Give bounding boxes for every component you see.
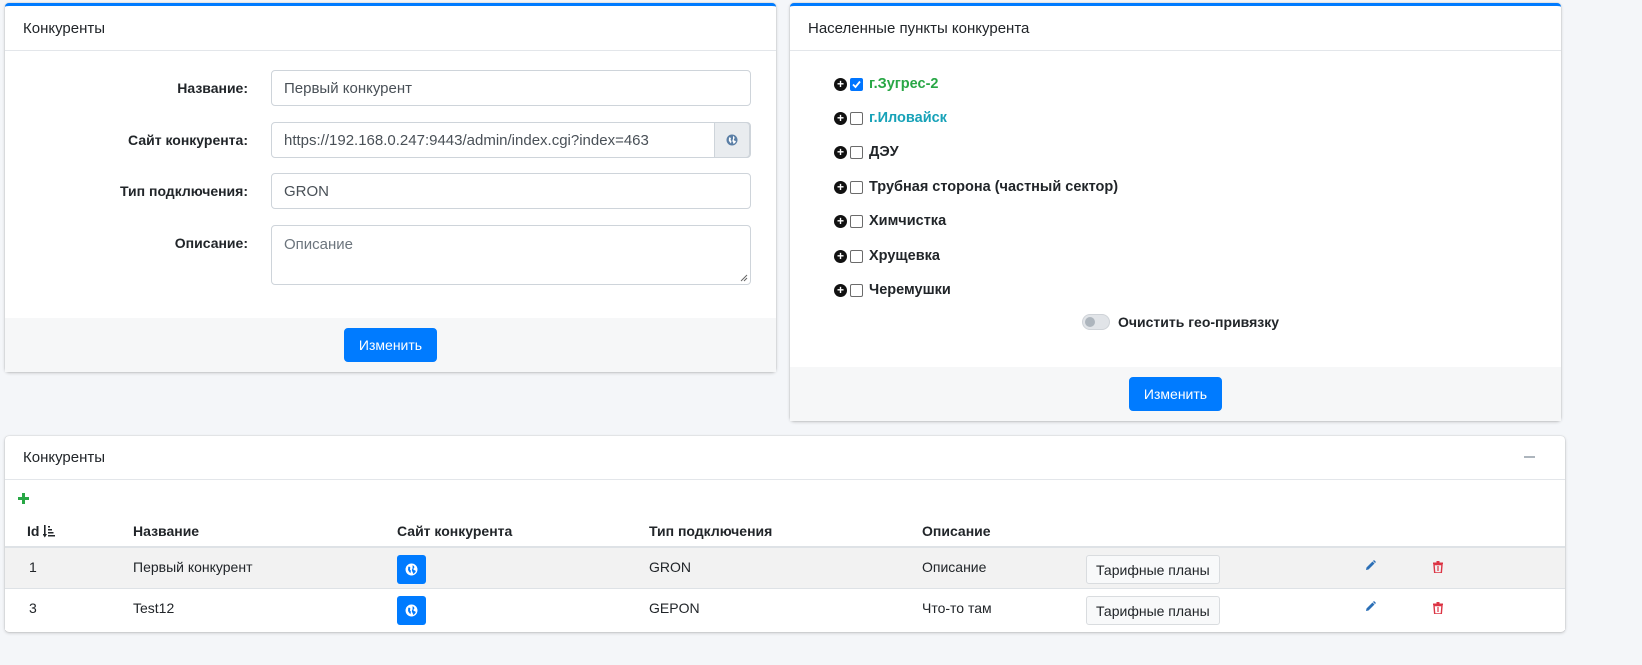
plus-circle-icon[interactable]: + <box>834 214 847 228</box>
globe-icon <box>405 563 418 576</box>
open-site-button[interactable] <box>397 555 426 584</box>
table-row: 3 Test12 GEPON Что-то там Тарифные планы <box>5 588 1565 630</box>
location-label[interactable]: Хрущевка <box>869 248 940 264</box>
location-item: + Хрущевка <box>834 248 940 264</box>
location-item: + Трубная сторона (частный сектор) <box>834 179 1118 195</box>
column-header-type[interactable]: Тип подключения <box>649 523 772 539</box>
site-label: Сайт конкурента: <box>128 132 248 148</box>
trash-icon[interactable] <box>1433 561 1443 573</box>
column-header-id-label: Id <box>27 523 40 539</box>
row-id: 3 <box>29 600 37 616</box>
location-checkbox[interactable] <box>850 214 863 228</box>
column-header-name[interactable]: Название <box>133 523 199 539</box>
locations-footer: Изменить <box>790 367 1561 421</box>
location-label[interactable]: Черемушки <box>869 282 951 298</box>
description-label: Описание: <box>174 235 248 251</box>
location-checkbox[interactable] <box>850 249 863 263</box>
plus-circle-icon[interactable]: + <box>834 180 847 194</box>
form-footer: Изменить <box>5 318 776 372</box>
clear-geo-row: Очистить гео-привязку <box>1082 314 1279 330</box>
edit-icon[interactable] <box>1365 560 1376 571</box>
location-item: + Химчистка <box>834 213 946 229</box>
location-checkbox[interactable] <box>850 145 863 159</box>
location-item: + г.Зугрес-2 <box>834 76 939 92</box>
table-card-header: Конкуренты <box>5 436 1565 480</box>
row-description: Что-то там <box>922 600 992 616</box>
add-icon[interactable] <box>18 493 29 504</box>
location-item: + г.Иловайск <box>834 110 947 126</box>
tariff-plans-button[interactable]: Тарифные планы <box>1086 596 1220 625</box>
location-item: + Черемушки <box>834 282 951 298</box>
plus-circle-icon[interactable]: + <box>834 249 847 263</box>
row-id: 1 <box>29 559 37 575</box>
trash-icon[interactable] <box>1433 602 1443 614</box>
clear-geo-label: Очистить гео-привязку <box>1118 314 1280 330</box>
name-label: Название: <box>177 80 248 96</box>
row-name: Первый конкурент <box>133 559 253 575</box>
collapse-icon[interactable] <box>1524 456 1535 458</box>
save-competitor-button[interactable]: Изменить <box>343 328 438 362</box>
location-label[interactable]: Химчистка <box>869 213 946 229</box>
open-site-button[interactable] <box>714 122 750 158</box>
location-label[interactable]: г.Иловайск <box>869 110 947 126</box>
column-header-site[interactable]: Сайт конкурента <box>397 523 512 539</box>
location-checkbox[interactable] <box>850 180 863 194</box>
locations-header: Населенные пункты конкурента <box>790 6 1561 51</box>
column-header-description[interactable]: Описание <box>922 523 991 539</box>
connection-type-input[interactable]: GRON <box>271 173 751 209</box>
edit-icon[interactable] <box>1365 601 1376 612</box>
locations-card: Населенные пункты конкурента + г.Зугрес-… <box>790 3 1561 421</box>
location-item: + ДЭУ <box>834 144 899 160</box>
table-row: 1 Первый конкурент GRON Описание Тарифны… <box>5 546 1565 588</box>
location-label[interactable]: Трубная сторона (частный сектор) <box>869 179 1118 195</box>
plus-circle-icon[interactable]: + <box>834 111 847 125</box>
site-input[interactable]: https://192.168.0.247:9443/admin/index.c… <box>271 122 751 158</box>
description-textarea[interactable]: Описание <box>271 225 751 285</box>
plus-circle-icon[interactable]: + <box>834 283 847 297</box>
location-label[interactable]: ДЭУ <box>869 144 899 160</box>
row-description: Описание <box>922 559 987 575</box>
row-name: Test12 <box>133 600 175 616</box>
card-header-title: Конкуренты <box>5 6 776 51</box>
description-placeholder: Описание <box>284 236 354 253</box>
plus-circle-icon[interactable]: + <box>834 145 847 159</box>
type-label: Тип подключения: <box>120 183 248 199</box>
location-checkbox[interactable] <box>850 111 863 125</box>
check-icon <box>852 80 861 88</box>
name-input[interactable]: Первый конкурент <box>271 70 751 106</box>
sort-icon[interactable] <box>43 524 56 538</box>
globe-icon <box>405 604 418 617</box>
row-type: GRON <box>649 559 691 575</box>
location-label[interactable]: г.Зугрес-2 <box>869 76 939 92</box>
competitors-table-card: Конкуренты Id Название Сайт конкурента Т… <box>5 436 1565 632</box>
open-site-button[interactable] <box>397 596 426 625</box>
globe-icon <box>726 134 738 146</box>
location-checkbox[interactable] <box>850 77 863 91</box>
tariff-plans-button[interactable]: Тарифные планы <box>1086 555 1220 584</box>
table-card-title: Конкуренты <box>23 449 106 466</box>
clear-geo-toggle[interactable] <box>1082 314 1110 330</box>
competitor-form-card: Конкуренты Название: Первый конкурент Са… <box>5 3 776 372</box>
resize-grip-icon[interactable] <box>740 274 748 282</box>
row-type: GEPON <box>649 600 700 616</box>
location-checkbox[interactable] <box>850 283 863 297</box>
save-locations-button[interactable]: Изменить <box>1128 377 1223 411</box>
site-input-value: https://192.168.0.247:9443/admin/index.c… <box>284 131 649 149</box>
plus-circle-icon[interactable]: + <box>834 77 847 91</box>
column-header-id[interactable]: Id <box>27 523 56 539</box>
